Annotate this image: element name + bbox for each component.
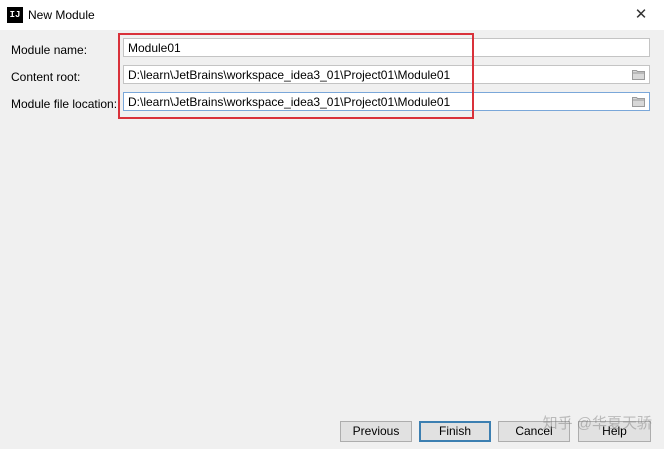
module-file-location-field[interactable] bbox=[123, 92, 650, 111]
finish-button[interactable]: Finish bbox=[419, 421, 491, 442]
watermark: 知乎 @华夏天骄 bbox=[542, 415, 652, 432]
previous-button[interactable]: Previous bbox=[340, 421, 412, 442]
content-root-input[interactable] bbox=[128, 67, 623, 82]
title-bar: IJ New Module ✕ bbox=[0, 0, 664, 30]
dialog-title: New Module bbox=[28, 8, 95, 22]
close-icon[interactable]: ✕ bbox=[618, 0, 664, 30]
content-root-field[interactable] bbox=[123, 65, 650, 84]
content-root-label: Content root: bbox=[11, 70, 81, 84]
folder-icon[interactable] bbox=[632, 69, 645, 80]
module-name-label: Module name: bbox=[11, 43, 88, 57]
module-file-location-input[interactable] bbox=[128, 94, 623, 109]
module-file-location-label: Module file location: bbox=[11, 97, 118, 111]
module-name-input[interactable] bbox=[128, 40, 623, 55]
new-module-dialog: IJ New Module ✕ Module name: Content roo… bbox=[0, 0, 664, 449]
module-name-field[interactable] bbox=[123, 38, 650, 57]
folder-icon[interactable] bbox=[632, 96, 645, 107]
intellij-icon: IJ bbox=[7, 7, 23, 23]
